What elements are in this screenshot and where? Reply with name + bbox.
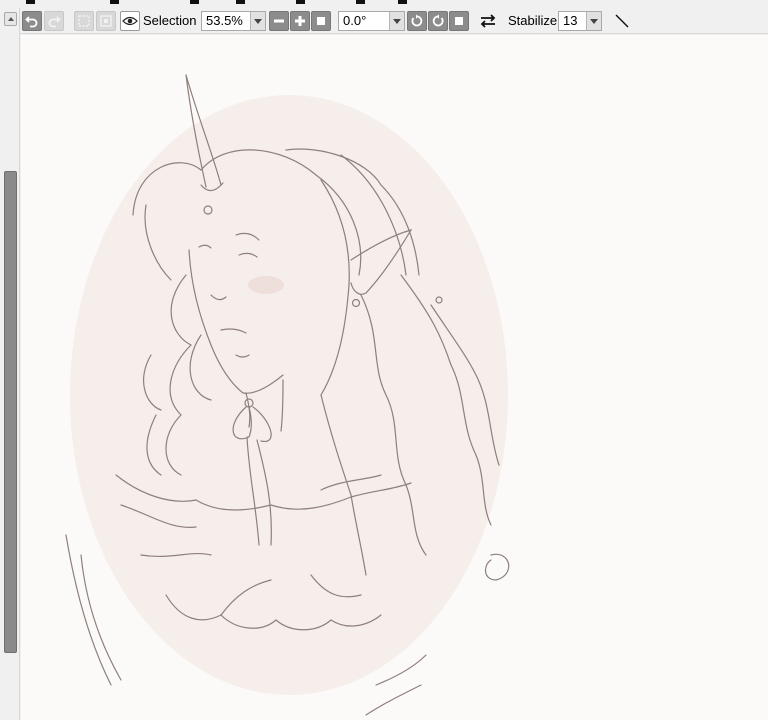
invert-selection-icon xyxy=(100,15,112,27)
redo-icon xyxy=(48,16,61,28)
deselect-button[interactable] xyxy=(74,11,94,31)
rotate-ccw-button[interactable] xyxy=(407,11,427,31)
square-icon xyxy=(317,17,325,25)
rotate-cw-icon xyxy=(432,14,444,27)
stabilizer-label: Stabilizer xyxy=(508,13,562,28)
tab-edge xyxy=(296,0,305,4)
chevron-down-icon[interactable] xyxy=(250,12,265,30)
square-icon xyxy=(455,17,463,25)
tab-edge xyxy=(190,0,199,4)
zoom-out-button[interactable] xyxy=(269,11,289,31)
tab-edge xyxy=(110,0,119,4)
undo-icon xyxy=(25,16,38,28)
flip-horizontal-icon xyxy=(480,14,496,28)
zoom-reset-button[interactable] xyxy=(311,11,331,31)
tab-edge xyxy=(26,0,35,4)
zoom-value: 53.5% xyxy=(206,13,243,28)
rotation-value: 0.0° xyxy=(343,13,367,28)
scroll-up-button[interactable] xyxy=(4,12,17,26)
tab-edge xyxy=(398,0,407,4)
redo-button[interactable] xyxy=(44,11,64,31)
zoom-combobox[interactable]: 53.5% xyxy=(201,11,266,31)
selection-label: Selection xyxy=(143,13,197,28)
invert-selection-button[interactable] xyxy=(96,11,116,31)
scroll-thumb[interactable] xyxy=(4,171,17,653)
rotation-reset-button[interactable] xyxy=(449,11,469,31)
toolbar: Selection 53.5% 0.0° Stabilizer 13 xyxy=(20,8,768,34)
deselect-icon xyxy=(78,15,90,27)
plus-icon xyxy=(295,16,305,26)
stabilizer-combobox[interactable]: 13 xyxy=(558,11,602,31)
flip-horizontal-button[interactable] xyxy=(478,11,498,31)
rotate-cw-button[interactable] xyxy=(428,11,448,31)
rotation-combobox[interactable]: 0.0° xyxy=(338,11,405,31)
chevron-down-icon[interactable] xyxy=(586,12,601,30)
vertical-scrollbar[interactable] xyxy=(0,8,20,720)
selection-visibility-toggle[interactable] xyxy=(120,11,140,31)
drawing-canvas[interactable] xyxy=(21,35,768,720)
stabilizer-value: 13 xyxy=(563,13,578,28)
tab-edge xyxy=(236,0,245,4)
eye-icon xyxy=(122,16,138,26)
rotate-ccw-icon xyxy=(411,14,423,27)
sketch-artwork xyxy=(65,74,510,716)
minus-icon xyxy=(274,19,284,23)
chevron-down-icon[interactable] xyxy=(389,12,404,30)
tab-edge xyxy=(356,0,365,4)
straight-line-icon xyxy=(615,14,629,28)
zoom-in-button[interactable] xyxy=(290,11,310,31)
stroke-mode-button[interactable] xyxy=(612,11,632,31)
undo-button[interactable] xyxy=(22,11,42,31)
tab-strip xyxy=(0,0,768,8)
